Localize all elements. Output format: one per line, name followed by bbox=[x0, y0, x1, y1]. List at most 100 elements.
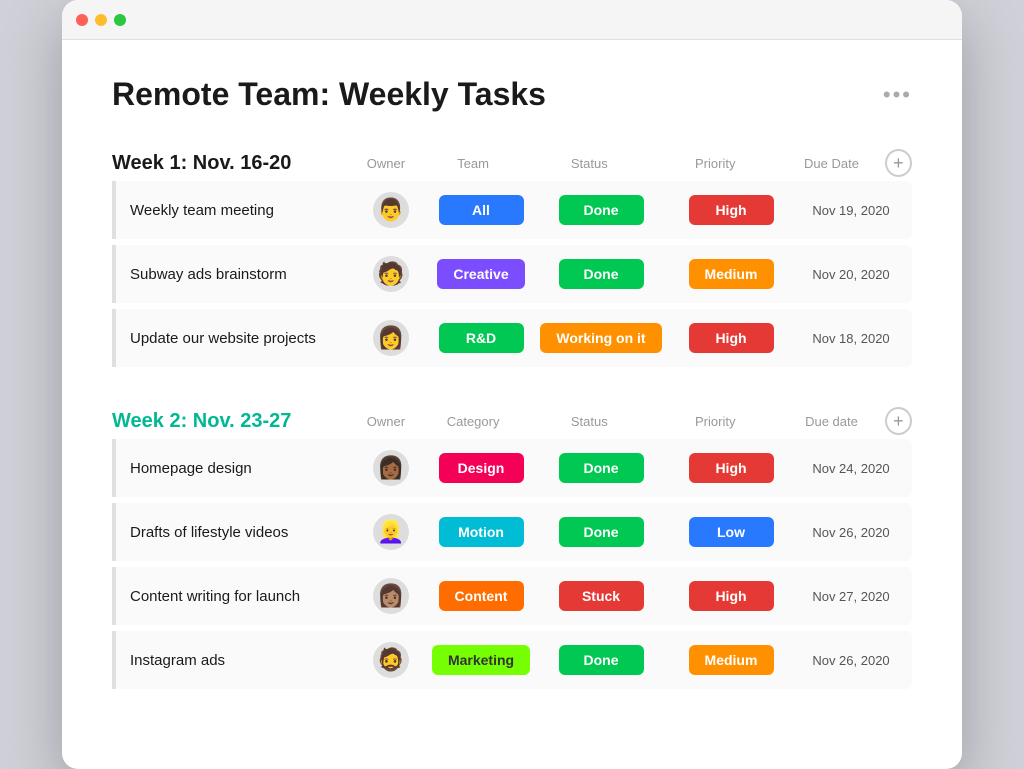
task-status: Working on it bbox=[536, 323, 666, 353]
week1-col-owner: Owner bbox=[352, 156, 420, 171]
task-name: Instagram ads bbox=[116, 652, 356, 669]
priority-badge: High bbox=[689, 581, 774, 611]
status-badge: Done bbox=[559, 453, 644, 483]
table-row: Subway ads brainstorm Creative Done Medi… bbox=[112, 245, 912, 303]
table-row: Content writing for launch Content Stuck… bbox=[112, 567, 912, 625]
task-due-date: Nov 27, 2020 bbox=[796, 589, 906, 604]
avatar bbox=[373, 192, 409, 228]
week2-title: Week 2: Nov. 23-27 bbox=[112, 410, 352, 433]
task-name: Update our website projects bbox=[116, 330, 356, 347]
week1-add-button[interactable]: + bbox=[885, 149, 912, 177]
week2-header-row: Week 2: Nov. 23-27 Owner Category Status… bbox=[112, 407, 912, 435]
priority-badge: High bbox=[689, 195, 774, 225]
task-due-date: Nov 26, 2020 bbox=[796, 653, 906, 668]
week2-col-owner: Owner bbox=[352, 414, 420, 429]
task-priority: Medium bbox=[666, 645, 796, 675]
task-status: Done bbox=[536, 259, 666, 289]
task-status: Done bbox=[536, 517, 666, 547]
week1-col-due: Due Date bbox=[778, 156, 885, 171]
status-badge: Working on it bbox=[540, 323, 661, 353]
task-due-date: Nov 20, 2020 bbox=[796, 267, 906, 282]
team-badge: All bbox=[439, 195, 524, 225]
task-owner bbox=[356, 192, 426, 228]
week1-col-team: Team bbox=[420, 156, 527, 171]
task-owner bbox=[356, 450, 426, 486]
avatar bbox=[373, 514, 409, 550]
priority-badge: Medium bbox=[689, 645, 774, 675]
task-team: Content bbox=[426, 581, 536, 611]
avatar bbox=[373, 450, 409, 486]
task-team: Creative bbox=[426, 259, 536, 289]
week2-add-button[interactable]: + bbox=[885, 407, 912, 435]
task-owner bbox=[356, 578, 426, 614]
avatar bbox=[373, 320, 409, 356]
task-status: Done bbox=[536, 645, 666, 675]
week1-col-priority: Priority bbox=[652, 156, 778, 171]
week2-section: Week 2: Nov. 23-27 Owner Category Status… bbox=[112, 407, 912, 689]
avatar bbox=[373, 256, 409, 292]
priority-badge: Low bbox=[689, 517, 774, 547]
week1-col-status: Status bbox=[526, 156, 652, 171]
task-due-date: Nov 24, 2020 bbox=[796, 461, 906, 476]
close-button[interactable] bbox=[76, 14, 88, 26]
traffic-lights bbox=[76, 14, 126, 26]
status-badge: Stuck bbox=[559, 581, 644, 611]
week2-col-due: Due date bbox=[778, 414, 885, 429]
table-row: Drafts of lifestyle videos Motion Done L… bbox=[112, 503, 912, 561]
task-team: Motion bbox=[426, 517, 536, 547]
task-priority: Medium bbox=[666, 259, 796, 289]
page-title: Remote Team: Weekly Tasks bbox=[112, 76, 546, 113]
app-window: Remote Team: Weekly Tasks ••• Week 1: No… bbox=[62, 0, 962, 769]
task-due-date: Nov 19, 2020 bbox=[796, 203, 906, 218]
task-priority: Low bbox=[666, 517, 796, 547]
task-status: Done bbox=[536, 453, 666, 483]
table-row: Instagram ads Marketing Done Medium Nov … bbox=[112, 631, 912, 689]
task-priority: High bbox=[666, 453, 796, 483]
task-owner bbox=[356, 514, 426, 550]
team-badge: Marketing bbox=[432, 645, 530, 675]
task-due-date: Nov 18, 2020 bbox=[796, 331, 906, 346]
main-content: Remote Team: Weekly Tasks ••• Week 1: No… bbox=[62, 40, 962, 769]
task-team: All bbox=[426, 195, 536, 225]
task-name: Weekly team meeting bbox=[116, 202, 356, 219]
task-priority: High bbox=[666, 195, 796, 225]
avatar bbox=[373, 578, 409, 614]
task-priority: High bbox=[666, 323, 796, 353]
title-bar bbox=[62, 0, 962, 40]
team-badge: Motion bbox=[439, 517, 524, 547]
task-name: Subway ads brainstorm bbox=[116, 266, 356, 283]
task-team: R&D bbox=[426, 323, 536, 353]
status-badge: Done bbox=[559, 517, 644, 547]
maximize-button[interactable] bbox=[114, 14, 126, 26]
status-badge: Done bbox=[559, 195, 644, 225]
priority-badge: Medium bbox=[689, 259, 774, 289]
week1-header-row: Week 1: Nov. 16-20 Owner Team Status Pri… bbox=[112, 149, 912, 177]
minimize-button[interactable] bbox=[95, 14, 107, 26]
task-status: Stuck bbox=[536, 581, 666, 611]
table-row: Update our website projects R&D Working … bbox=[112, 309, 912, 367]
task-name: Content writing for launch bbox=[116, 588, 356, 605]
more-options-button[interactable]: ••• bbox=[883, 82, 912, 108]
week2-col-status: Status bbox=[526, 414, 652, 429]
priority-badge: High bbox=[689, 453, 774, 483]
task-owner bbox=[356, 256, 426, 292]
task-owner bbox=[356, 320, 426, 356]
table-row: Homepage design Design Done High Nov 24,… bbox=[112, 439, 912, 497]
team-badge: Content bbox=[439, 581, 524, 611]
task-due-date: Nov 26, 2020 bbox=[796, 525, 906, 540]
task-team: Marketing bbox=[426, 645, 536, 675]
avatar bbox=[373, 642, 409, 678]
team-badge: Creative bbox=[437, 259, 524, 289]
page-header: Remote Team: Weekly Tasks ••• bbox=[112, 76, 912, 113]
team-badge: Design bbox=[439, 453, 524, 483]
week2-col-category: Category bbox=[420, 414, 527, 429]
task-status: Done bbox=[536, 195, 666, 225]
task-name: Drafts of lifestyle videos bbox=[116, 524, 356, 541]
week1-section: Week 1: Nov. 16-20 Owner Team Status Pri… bbox=[112, 149, 912, 367]
team-badge: R&D bbox=[439, 323, 524, 353]
priority-badge: High bbox=[689, 323, 774, 353]
status-badge: Done bbox=[559, 645, 644, 675]
status-badge: Done bbox=[559, 259, 644, 289]
week2-col-priority: Priority bbox=[652, 414, 778, 429]
task-team: Design bbox=[426, 453, 536, 483]
